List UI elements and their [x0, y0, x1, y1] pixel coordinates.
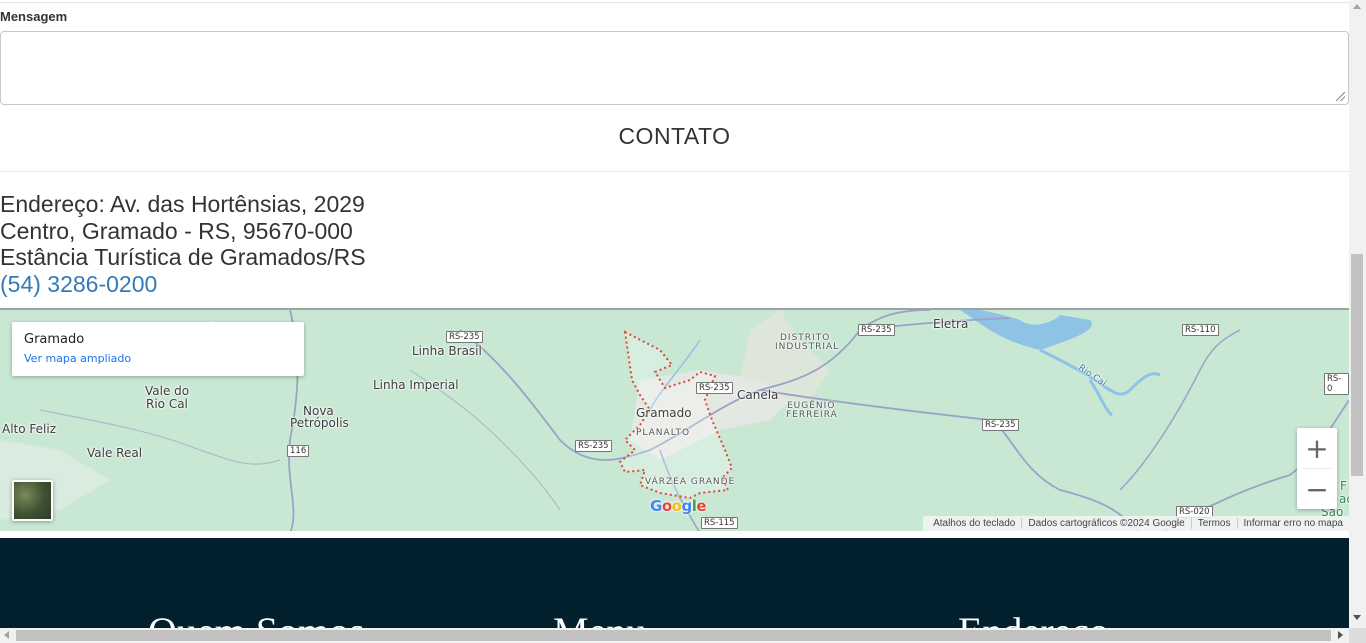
map-label: Gramado [636, 406, 692, 420]
google-logo-letter: G [650, 497, 662, 515]
zoom-out-button[interactable]: − [1297, 469, 1337, 509]
map-label: Petrópolis [290, 416, 349, 430]
footer-heading-address: Endereço [958, 608, 1109, 628]
report-error-link[interactable]: Informar erro no mapa [1236, 518, 1350, 529]
map-label: ac [1339, 492, 1349, 506]
google-logo-letter: g [681, 497, 692, 515]
address-block: Endereço: Av. das Hortênsias, 2029 Centr… [0, 191, 366, 297]
scroll-left-arrow-icon[interactable] [4, 631, 9, 639]
scroll-up-arrow-icon[interactable] [1353, 4, 1361, 9]
horizontal-scrollbar[interactable] [0, 628, 1349, 643]
message-label: Mensagem [0, 9, 68, 24]
map-label: Linha Imperial [373, 378, 459, 392]
road-shield: RS-235 [446, 331, 483, 343]
satellite-toggle-button[interactable] [12, 480, 53, 521]
divider [0, 171, 1349, 172]
google-logo-letter: o [661, 497, 672, 515]
map-label: Alto Feliz [2, 422, 56, 436]
zoom-controls: + − [1297, 428, 1337, 509]
scroll-right-arrow-icon[interactable] [1338, 631, 1343, 639]
road-shield: RS-235 [982, 419, 1019, 431]
phone-link[interactable]: (54) 3286-0200 [0, 271, 366, 298]
road-shield: RS-115 [701, 517, 738, 529]
map-place-card: Gramado Ver mapa ampliado [12, 322, 304, 376]
road-shield: RS-235 [575, 440, 612, 452]
map-road [1119, 329, 1241, 491]
map-label: Vale Real [87, 446, 143, 460]
map-data-attribution: Dados cartográficos ©2024 Google [1021, 518, 1190, 529]
map-label: Rio Cal [146, 397, 188, 411]
vertical-scrollbar[interactable] [1349, 0, 1366, 628]
map-lake [960, 310, 1092, 350]
map-label: INDUSTRIAL [775, 342, 840, 352]
keyboard-shortcuts-button[interactable]: Atalhos do teclado [927, 518, 1021, 529]
road-shield: RS-0 [1324, 373, 1349, 395]
scroll-down-arrow-icon[interactable] [1353, 615, 1361, 620]
message-textarea[interactable] [0, 31, 1349, 105]
road-shield: 116 [287, 445, 310, 457]
map-label: Canela [737, 388, 779, 402]
google-logo-letter: e [696, 497, 707, 515]
page: Mensagem CONTATO Endereço: Av. das Hortê… [0, 0, 1349, 628]
map-label: Eletra [933, 317, 969, 331]
google-logo-letter: o [671, 497, 682, 515]
resize-grip-icon[interactable] [1336, 92, 1345, 101]
google-logo: Google [650, 497, 707, 515]
address-line: Endereço: Av. das Hortênsias, 2029 [0, 191, 365, 217]
place-name: Gramado [24, 332, 85, 347]
road-shield: RS-235 [858, 324, 895, 336]
map-attribution-bar: Atalhos do teclado Dados cartográficos ©… [923, 516, 1349, 531]
address-line: Estância Turística de Gramados/RS [0, 244, 366, 270]
scrollbar-thumb[interactable] [16, 630, 1331, 641]
embedded-map[interactable]: Linha Brasil Linha Imperial Vale do Rio … [0, 308, 1349, 531]
scrollbar-thumb[interactable] [1351, 254, 1363, 476]
footer-heading-menu: Menu [553, 608, 646, 628]
contact-heading: CONTATO [618, 123, 731, 149]
map-road [39, 409, 281, 465]
terms-link[interactable]: Termos [1190, 518, 1237, 529]
map-label: VÁRZEA GRANDE [645, 477, 736, 487]
map-label: PLANALTO [636, 428, 691, 438]
map-label: FERREIRA [786, 410, 838, 420]
footer-heading-about: Quem Somos [148, 608, 365, 628]
scrollbar-corner [1349, 628, 1366, 643]
address-line: Centro, Gramado - RS, 95670-000 [0, 217, 353, 244]
map-label: Linha Brasil [412, 344, 482, 358]
divider [0, 2, 1349, 3]
road-shield: RS-235 [696, 382, 733, 394]
zoom-in-button[interactable]: + [1297, 428, 1337, 468]
road-shield: RS-110 [1182, 324, 1219, 336]
map-road [459, 329, 651, 461]
site-footer: Quem Somos Menu Endereço [0, 538, 1349, 628]
view-larger-map-link[interactable]: Ver mapa ampliado [24, 352, 292, 365]
